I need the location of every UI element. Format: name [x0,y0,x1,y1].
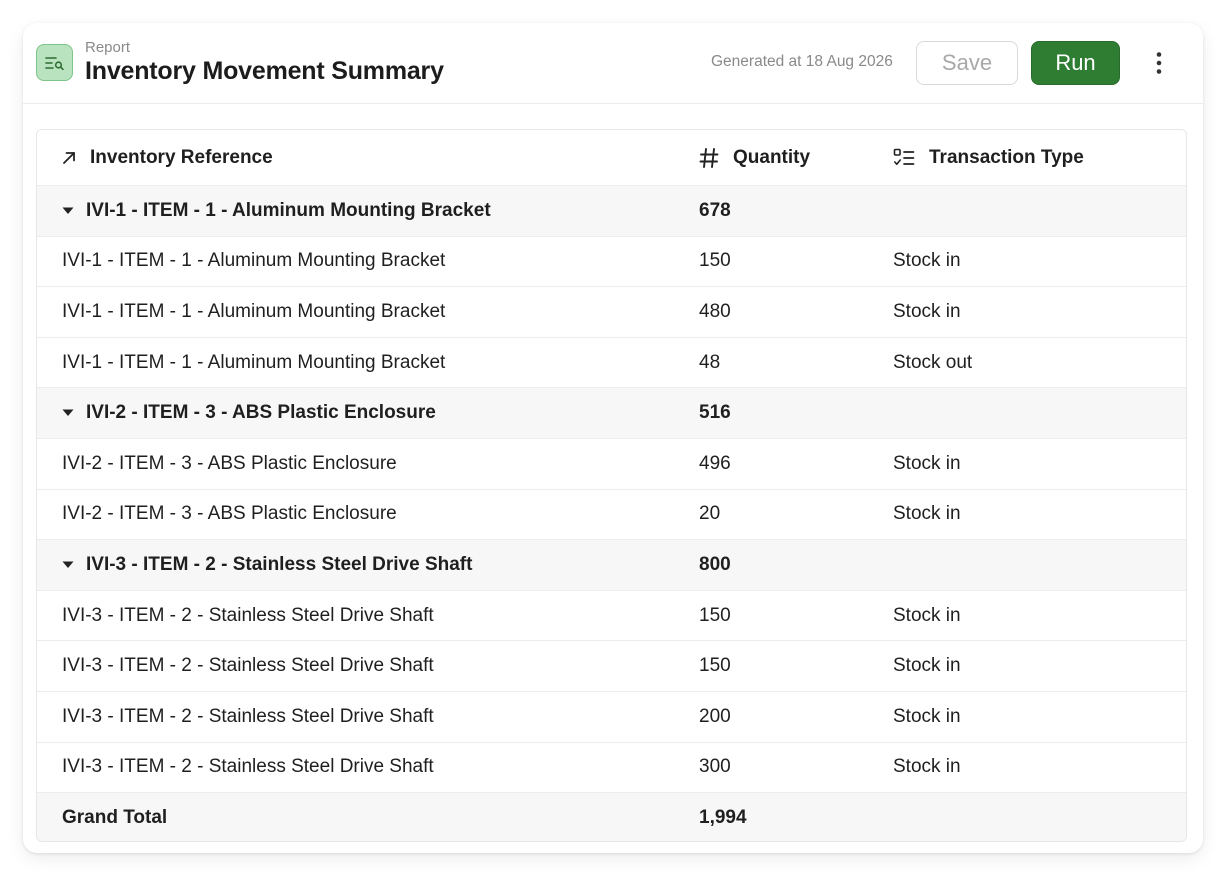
report-table: Inventory Reference Quantity Transaction… [36,129,1187,842]
table-row: IVI-1 - ITEM - 1 - Aluminum Mounting Bra… [37,338,1186,389]
reference-cell: IVI-3 - ITEM - 2 - Stainless Steel Drive… [62,705,434,727]
group-total: 516 [699,402,731,424]
report-eyebrow: Report [85,39,131,56]
group-row[interactable]: IVI-1 - ITEM - 1 - Aluminum Mounting Bra… [37,186,1186,237]
transaction-type-cell: Stock in [893,604,961,626]
group-label-cell: IVI-2 - ITEM - 3 - ABS Plastic Enclosure [62,388,436,438]
transaction-type-cell: Stock in [893,503,961,525]
transaction-type-cell: Stock in [893,300,961,322]
quantity-cell: 300 [699,756,731,778]
group-row[interactable]: IVI-3 - ITEM - 2 - Stainless Steel Drive… [37,540,1186,591]
arrow-up-right-icon [62,151,76,165]
transaction-type-cell: Stock in [893,250,961,272]
group-label: IVI-3 - ITEM - 2 - Stainless Steel Drive… [86,553,473,575]
table-row: IVI-1 - ITEM - 1 - Aluminum Mounting Bra… [37,287,1186,338]
quantity-cell: 480 [699,300,731,322]
table-row: IVI-1 - ITEM - 1 - Aluminum Mounting Bra… [37,237,1186,288]
table-row: IVI-3 - ITEM - 2 - Stainless Steel Drive… [37,641,1186,692]
group-label-cell: IVI-3 - ITEM - 2 - Stainless Steel Drive… [62,540,472,590]
report-search-icon [36,44,73,81]
transaction-type-cell: Stock in [893,756,961,778]
reference-cell: IVI-1 - ITEM - 1 - Aluminum Mounting Bra… [62,250,446,272]
quantity-cell: 20 [699,503,721,525]
table-row: IVI-2 - ITEM - 3 - ABS Plastic Enclosure… [37,439,1186,490]
group-row[interactable]: IVI-2 - ITEM - 3 - ABS Plastic Enclosure… [37,388,1186,439]
reference-cell: IVI-3 - ITEM - 2 - Stainless Steel Drive… [62,756,434,778]
table-header-row: Inventory Reference Quantity Transaction… [37,130,1186,186]
column-header-reference[interactable]: Inventory Reference [62,130,273,185]
reference-cell: IVI-3 - ITEM - 2 - Stainless Steel Drive… [62,604,434,626]
table-row: IVI-3 - ITEM - 2 - Stainless Steel Drive… [37,743,1186,794]
reference-cell: IVI-1 - ITEM - 1 - Aluminum Mounting Bra… [62,351,446,373]
table-row: IVI-2 - ITEM - 3 - ABS Plastic Enclosure… [37,490,1186,541]
quantity-cell: 150 [699,250,731,272]
report-card: Report Inventory Movement Summary Genera… [23,23,1203,853]
column-header-quantity[interactable]: Quantity [699,130,810,185]
transaction-type-cell: Stock in [893,655,961,677]
column-label: Transaction Type [929,146,1084,168]
table-row: IVI-3 - ITEM - 2 - Stainless Steel Drive… [37,591,1186,642]
generated-timestamp: Generated at 18 Aug 2026 [711,53,893,70]
quantity-cell: 496 [699,452,731,474]
transaction-type-cell: Stock in [893,705,961,727]
group-label-cell: IVI-1 - ITEM - 1 - Aluminum Mounting Bra… [62,186,491,236]
quantity-cell: 150 [699,604,731,626]
grand-total-label: Grand Total [62,807,168,829]
caret-down-icon[interactable] [62,561,74,569]
reference-cell: IVI-3 - ITEM - 2 - Stainless Steel Drive… [62,655,434,677]
more-options-icon[interactable] [1147,49,1171,77]
reference-cell: IVI-2 - ITEM - 3 - ABS Plastic Enclosure [62,452,397,474]
list-checks-icon [893,148,915,168]
group-total: 800 [699,553,731,575]
column-header-transaction-type[interactable]: Transaction Type [893,130,1084,185]
page-title: Inventory Movement Summary [85,57,444,85]
table-row: IVI-3 - ITEM - 2 - Stainless Steel Drive… [37,692,1186,743]
save-button[interactable]: Save [916,41,1018,85]
group-label: IVI-2 - ITEM - 3 - ABS Plastic Enclosure [86,402,436,424]
quantity-cell: 48 [699,351,721,373]
column-label: Quantity [733,146,811,168]
column-label: Inventory Reference [90,146,273,168]
transaction-type-cell: Stock out [893,351,973,373]
group-label: IVI-1 - ITEM - 1 - Aluminum Mounting Bra… [86,199,491,221]
quantity-cell: 150 [699,655,731,677]
caret-down-icon[interactable] [62,409,74,417]
hash-icon [699,147,719,169]
caret-down-icon[interactable] [62,207,74,215]
grand-total-value: 1,994 [699,807,747,829]
transaction-type-cell: Stock in [893,452,961,474]
quantity-cell: 200 [699,705,731,727]
reference-cell: IVI-1 - ITEM - 1 - Aluminum Mounting Bra… [62,300,446,322]
run-button[interactable]: Run [1031,41,1120,85]
group-total: 678 [699,199,731,221]
reference-cell: IVI-2 - ITEM - 3 - ABS Plastic Enclosure [62,503,397,525]
report-header: Report Inventory Movement Summary Genera… [23,23,1203,104]
grand-total-row: Grand Total 1,994 [37,793,1186,841]
